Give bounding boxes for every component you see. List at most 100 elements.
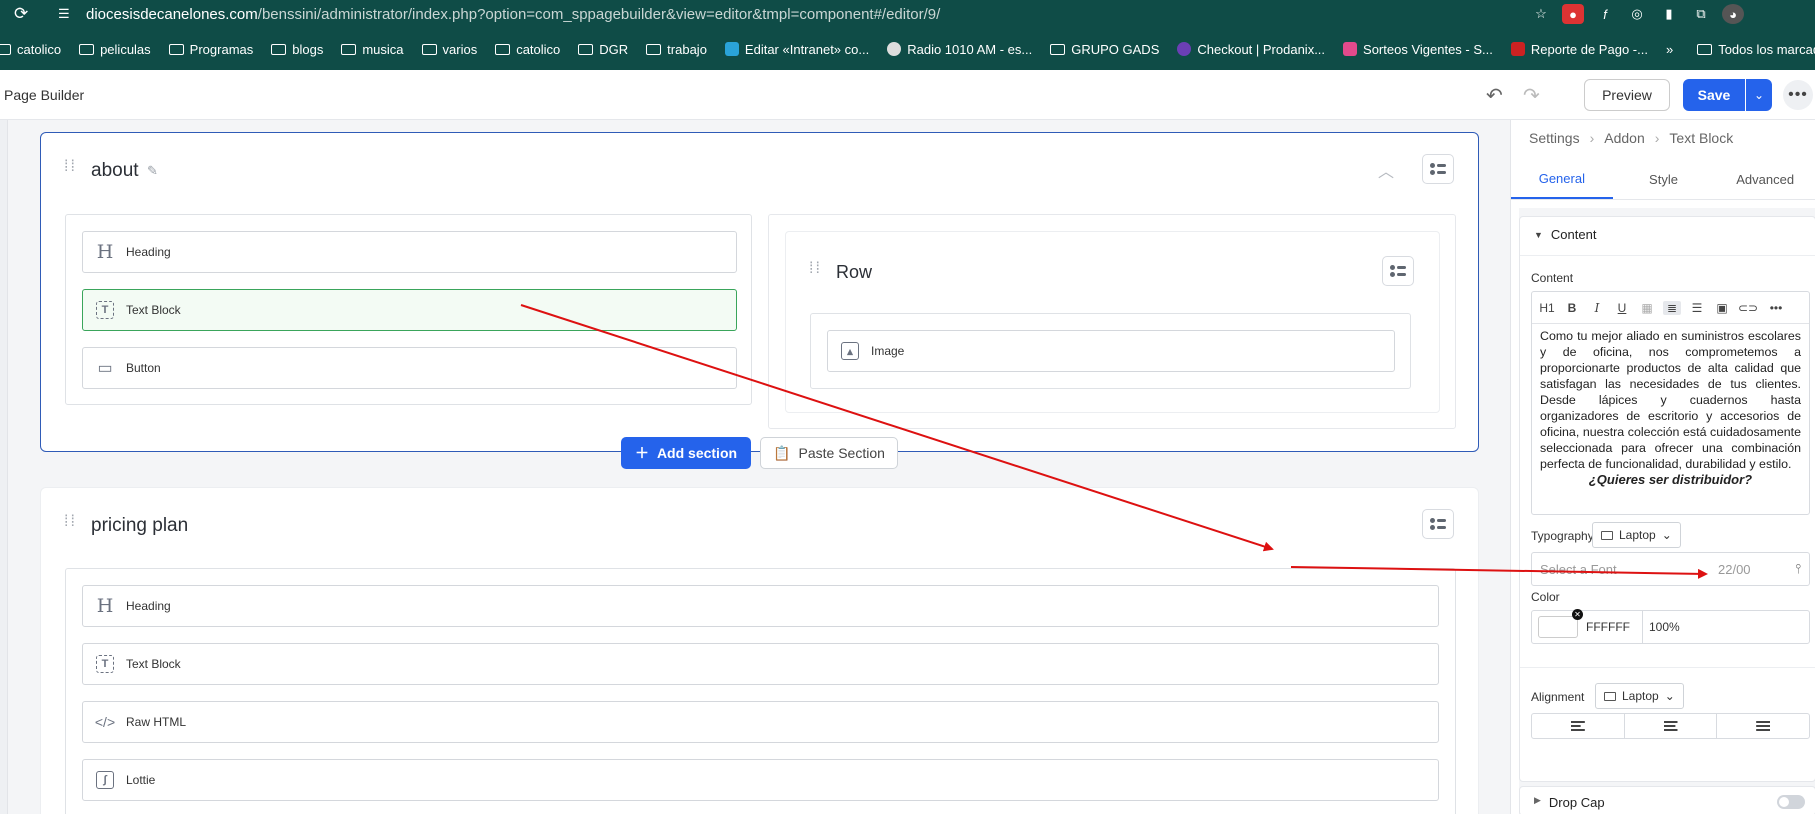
insert-image-icon[interactable]: ▣: [1713, 301, 1731, 315]
bookmark-link[interactable]: Sorteos Vigentes - S...: [1343, 42, 1493, 57]
edit-pencil-icon[interactable]: ✎: [147, 163, 158, 179]
drag-handle-icon[interactable]: ⁞⁞: [64, 514, 77, 530]
color-hex[interactable]: FFFFFF: [1586, 620, 1642, 634]
browser-url-bar: ⟳ ☰ diocesisdecanelones.com/benssini/adm…: [0, 0, 1815, 28]
italic-button[interactable]: I: [1588, 301, 1606, 315]
save-button[interactable]: Save: [1683, 79, 1745, 111]
code-icon: </>: [94, 714, 116, 730]
addon-text-block[interactable]: T Text Block: [82, 643, 1439, 685]
redo-icon[interactable]: ↷: [1523, 83, 1540, 108]
bookmark-folder[interactable]: catolico: [495, 42, 560, 57]
h1-button[interactable]: H1: [1538, 301, 1556, 315]
drop-cap-group[interactable]: ▶ Drop Cap: [1519, 786, 1815, 814]
addon-button[interactable]: ▭ Button: [82, 347, 737, 389]
bookmark-folder[interactable]: Programas: [168, 42, 253, 57]
bookmark-folder[interactable]: catolico: [0, 42, 61, 57]
extension-red-icon[interactable]: ●: [1562, 4, 1584, 24]
editor-content[interactable]: Como tu mejor aliado en suministros esco…: [1532, 324, 1809, 492]
align-left-button[interactable]: [1532, 714, 1625, 738]
content-editor[interactable]: H1 B I U ▦ ≣ ☰ ▣ ⊂⊃ ••• Como tu mejor al…: [1531, 291, 1810, 515]
align-right-button[interactable]: [1717, 714, 1809, 738]
typography-device-select[interactable]: Laptop ⌄: [1592, 522, 1681, 548]
color-swatch[interactable]: ✕: [1538, 609, 1583, 638]
section-about[interactable]: ⁞⁞ about ✎ ︿ H Heading T Text Block ▭ Bu…: [40, 132, 1479, 452]
reload-icon[interactable]: ⟳: [14, 4, 34, 24]
color-picker[interactable]: ✕ FFFFFF 100%: [1531, 609, 1810, 644]
crumb-settings[interactable]: Settings: [1529, 130, 1580, 146]
bookmark-link[interactable]: Reporte de Pago -...: [1510, 42, 1648, 57]
font-select[interactable]: Select a Font 22/00 ⫯: [1531, 552, 1810, 586]
justify-icon[interactable]: ≣: [1663, 300, 1681, 315]
bookmark-folder[interactable]: DGR: [578, 42, 628, 57]
addon-heading[interactable]: H Heading: [82, 231, 737, 273]
addon-heading[interactable]: H Heading: [82, 585, 1439, 627]
more-bookmarks-button[interactable]: »: [1666, 42, 1673, 57]
addon-raw-html[interactable]: </> Raw HTML: [82, 701, 1439, 743]
paste-section-button[interactable]: 📋 Paste Section: [760, 437, 898, 469]
bookmark-star-icon[interactable]: ☆: [1530, 4, 1552, 24]
addon-text-block[interactable]: T Text Block: [82, 289, 737, 331]
more-tools-icon[interactable]: •••: [1767, 301, 1785, 315]
drag-handle-icon[interactable]: ⁞⁞: [809, 261, 822, 277]
column-pricing[interactable]: H Heading T Text Block </> Raw HTML ∫ Lo…: [65, 568, 1456, 814]
extension-fx-icon[interactable]: f: [1594, 4, 1616, 24]
bookmark-folder[interactable]: Todos los marcado: [1697, 42, 1815, 57]
column-right[interactable]: ⁞⁞ Row ▴ Image: [768, 214, 1456, 429]
clear-format-icon[interactable]: ▦: [1638, 301, 1656, 315]
tab-advanced[interactable]: Advanced: [1714, 160, 1815, 199]
list-icon[interactable]: ☰: [1688, 301, 1706, 315]
color-opacity[interactable]: 100%: [1649, 620, 1680, 634]
undo-icon[interactable]: ↶: [1486, 83, 1503, 108]
bookmark-link[interactable]: Editar «Intranet» co...: [724, 42, 869, 57]
drop-cap-toggle[interactable]: [1777, 795, 1805, 809]
collapse-chevron-icon[interactable]: ︿: [1378, 158, 1394, 182]
bookmark-folder[interactable]: GRUPO GADS: [1050, 42, 1159, 57]
more-options-icon[interactable]: •••: [1783, 80, 1813, 110]
drag-handle-icon[interactable]: ⁞⁞: [64, 159, 77, 175]
typography-settings-icon[interactable]: ⫯: [1795, 561, 1801, 577]
folder-icon: [79, 43, 95, 55]
bookmark-link[interactable]: Checkout | Prodanix...: [1177, 42, 1325, 57]
extensions-area: ☆ ● f ◎ ▮ ⧉ ◕: [1530, 4, 1744, 24]
clear-color-icon[interactable]: ✕: [1572, 609, 1583, 620]
alignment-device-select[interactable]: Laptop ⌄: [1595, 683, 1684, 709]
font-size-field[interactable]: 22/00: [1718, 562, 1768, 577]
inner-column[interactable]: ▴ Image: [810, 313, 1411, 389]
text-block-icon: T: [95, 300, 115, 320]
addon-lottie[interactable]: ∫ Lottie: [82, 759, 1439, 801]
settings-tabs: General Style Advanced: [1511, 160, 1815, 200]
crumb-addon[interactable]: Addon: [1604, 130, 1644, 146]
bookmark-folder[interactable]: varios: [421, 42, 477, 57]
bookmark-folder[interactable]: blogs: [271, 42, 323, 57]
bookmark-folder[interactable]: peliculas: [79, 42, 151, 57]
heading-icon: H: [96, 241, 114, 263]
preview-button[interactable]: Preview: [1584, 79, 1670, 111]
extension-compass-icon[interactable]: ◎: [1626, 4, 1648, 24]
save-options-chevron-icon[interactable]: ⌄: [1746, 79, 1772, 111]
section-pricing-plan[interactable]: ⁞⁞ pricing plan H Heading T Text Block <…: [40, 487, 1479, 814]
section-options-button[interactable]: [1422, 154, 1454, 184]
addon-image[interactable]: ▴ Image: [827, 330, 1395, 372]
bookmark-link[interactable]: Radio 1010 AM - es...: [887, 42, 1032, 57]
row-options-button[interactable]: [1382, 256, 1414, 286]
bookmark-folder[interactable]: musica: [341, 42, 404, 57]
link-icon[interactable]: ⊂⊃: [1738, 301, 1758, 315]
tab-general[interactable]: General: [1511, 160, 1613, 199]
add-section-button[interactable]: ＋ Add section: [621, 437, 751, 469]
content-label: Content: [1531, 271, 1574, 285]
site-settings-icon[interactable]: ☰: [58, 6, 74, 22]
extensions-puzzle-icon[interactable]: ⧉: [1690, 4, 1712, 24]
address-field[interactable]: diocesisdecanelones.com/benssini/adminis…: [86, 6, 940, 23]
tab-style[interactable]: Style: [1613, 160, 1715, 199]
column-left[interactable]: H Heading T Text Block ▭ Button: [65, 214, 752, 405]
profile-avatar[interactable]: ◕: [1722, 4, 1744, 24]
bold-button[interactable]: B: [1563, 301, 1581, 315]
align-center-button[interactable]: [1625, 714, 1718, 738]
divider: [1520, 667, 1815, 668]
extension-doc-icon[interactable]: ▮: [1658, 4, 1680, 24]
content-group-toggle[interactable]: ▼ Content: [1534, 227, 1596, 242]
inner-row[interactable]: ⁞⁞ Row ▴ Image: [785, 231, 1440, 413]
underline-button[interactable]: U: [1613, 301, 1631, 315]
bookmark-folder[interactable]: trabajo: [646, 42, 707, 57]
section-options-button[interactable]: [1422, 509, 1454, 539]
